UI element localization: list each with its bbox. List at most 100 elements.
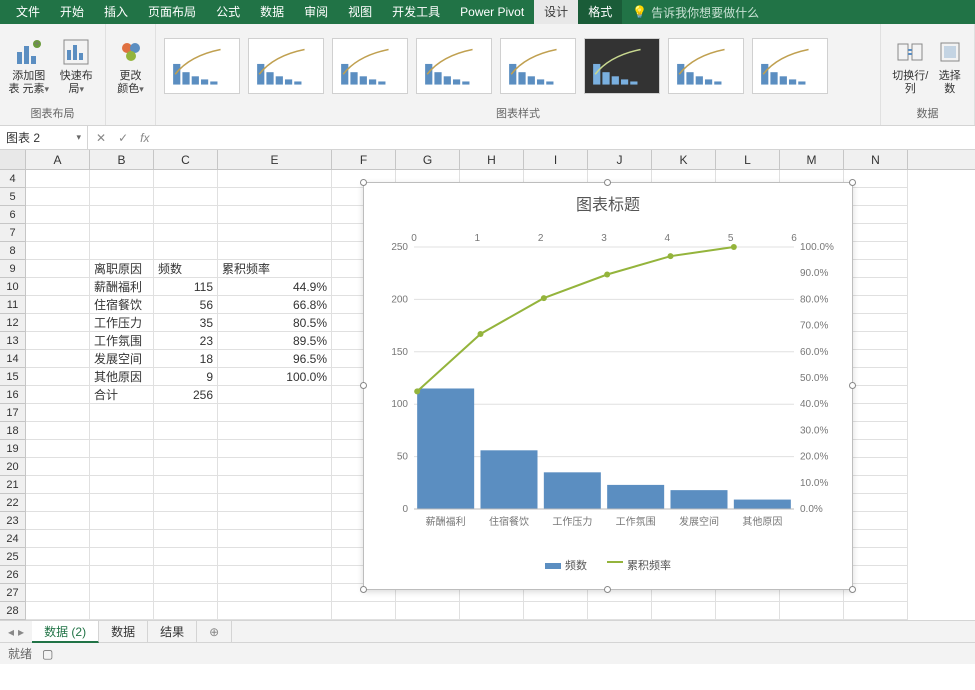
macro-record-icon[interactable]: ▢ (42, 643, 53, 665)
row-header[interactable]: 18 (0, 422, 25, 440)
chart-style-thumb[interactable] (416, 38, 492, 94)
row-header[interactable]: 9 (0, 260, 25, 278)
chart-style-thumb[interactable] (248, 38, 324, 94)
menu-tab[interactable]: 开发工具 (382, 0, 450, 24)
resize-handle[interactable] (849, 179, 856, 186)
row-header[interactable]: 26 (0, 566, 25, 584)
menu-tab[interactable]: 公式 (206, 0, 250, 24)
row-header[interactable]: 7 (0, 224, 25, 242)
cell[interactable]: 96.5% (218, 350, 332, 368)
row-header[interactable]: 15 (0, 368, 25, 386)
add-chart-element-button[interactable]: + 添加图表 元素▾ (8, 36, 50, 96)
chart-style-thumb[interactable] (164, 38, 240, 94)
quick-layout-button[interactable]: 快速布局▾ (56, 36, 98, 96)
cell[interactable]: 发展空间 (90, 350, 154, 368)
row-header[interactable]: 17 (0, 404, 25, 422)
cell[interactable]: 其他原因 (90, 368, 154, 386)
resize-handle[interactable] (604, 179, 611, 186)
cell[interactable]: 合计 (90, 386, 154, 404)
chart-legend[interactable]: 频数 累积频率 (364, 553, 852, 577)
cell[interactable]: 100.0% (218, 368, 332, 386)
cell[interactable]: 离职原因 (90, 260, 154, 278)
cell[interactable]: 住宿餐饮 (90, 296, 154, 314)
menu-tab[interactable]: 设计 (534, 0, 578, 24)
tell-me[interactable]: 💡告诉我你想要做什么 (632, 0, 759, 24)
chart-style-thumb[interactable] (584, 38, 660, 94)
row-header[interactable]: 12 (0, 314, 25, 332)
menu-tab[interactable]: 视图 (338, 0, 382, 24)
row-header[interactable]: 11 (0, 296, 25, 314)
chart-style-thumb[interactable] (752, 38, 828, 94)
cell[interactable]: 累积频率 (218, 260, 332, 278)
cell[interactable]: 18 (154, 350, 218, 368)
name-box[interactable]: 图表 2 ▾ (0, 126, 88, 149)
col-header[interactable]: E (218, 150, 332, 169)
col-header[interactable]: B (90, 150, 154, 169)
row-header[interactable]: 14 (0, 350, 25, 368)
row-header[interactable]: 10 (0, 278, 25, 296)
row-header[interactable]: 25 (0, 548, 25, 566)
col-header[interactable]: N (844, 150, 908, 169)
col-header[interactable]: F (332, 150, 396, 169)
change-colors-button[interactable]: 更改 颜色▾ (114, 36, 147, 96)
enter-icon[interactable]: ✓ (118, 131, 128, 145)
row-header[interactable]: 19 (0, 440, 25, 458)
cell[interactable]: 44.9% (218, 278, 332, 296)
col-header[interactable]: K (652, 150, 716, 169)
row-header[interactable]: 27 (0, 584, 25, 602)
row-header[interactable]: 28 (0, 602, 25, 620)
add-sheet-button[interactable]: ⊕ (197, 621, 232, 643)
resize-handle[interactable] (360, 179, 367, 186)
cell[interactable]: 工作压力 (90, 314, 154, 332)
row-header[interactable]: 4 (0, 170, 25, 188)
menu-tab[interactable]: 审阅 (294, 0, 338, 24)
chart-style-thumb[interactable] (668, 38, 744, 94)
select-data-button[interactable]: 选择数 (934, 36, 966, 96)
menu-tab[interactable]: 数据 (250, 0, 294, 24)
cell[interactable]: 56 (154, 296, 218, 314)
worksheet-grid[interactable]: ABCEFGHIJKLMN 45678910111213141516171819… (0, 150, 975, 642)
resize-handle[interactable] (360, 382, 367, 389)
menu-tab[interactable]: 页面布局 (138, 0, 206, 24)
cell[interactable]: 256 (154, 386, 218, 404)
cell[interactable]: 115 (154, 278, 218, 296)
row-header[interactable]: 22 (0, 494, 25, 512)
menu-tab[interactable]: 插入 (94, 0, 138, 24)
cell[interactable]: 89.5% (218, 332, 332, 350)
switch-row-col-button[interactable]: 切换行/列 (889, 36, 932, 96)
col-header[interactable]: L (716, 150, 780, 169)
resize-handle[interactable] (360, 586, 367, 593)
cell[interactable]: 9 (154, 368, 218, 386)
col-header[interactable]: C (154, 150, 218, 169)
cell[interactable]: 薪酬福利 (90, 278, 154, 296)
menu-tab[interactable]: 格式 (578, 0, 622, 24)
cell[interactable]: 80.5% (218, 314, 332, 332)
sheet-nav-first[interactable]: ◂ (8, 625, 14, 639)
row-header[interactable]: 5 (0, 188, 25, 206)
resize-handle[interactable] (849, 382, 856, 389)
sheet-tab[interactable]: 数据 (99, 621, 148, 643)
chart-title[interactable]: 图表标题 (364, 183, 852, 223)
row-header[interactable]: 16 (0, 386, 25, 404)
cell[interactable]: 工作氛围 (90, 332, 154, 350)
menu-tab[interactable]: 开始 (50, 0, 94, 24)
cell[interactable]: 频数 (154, 260, 218, 278)
col-header[interactable]: H (460, 150, 524, 169)
row-header[interactable]: 20 (0, 458, 25, 476)
col-header[interactable]: A (26, 150, 90, 169)
row-header[interactable]: 23 (0, 512, 25, 530)
sheet-tab[interactable]: 结果 (148, 621, 197, 643)
select-all-corner[interactable] (0, 150, 26, 169)
row-header[interactable]: 6 (0, 206, 25, 224)
row-header[interactable]: 24 (0, 530, 25, 548)
cell[interactable]: 23 (154, 332, 218, 350)
col-header[interactable]: I (524, 150, 588, 169)
cell[interactable]: 35 (154, 314, 218, 332)
row-header[interactable]: 8 (0, 242, 25, 260)
menu-tab[interactable]: Power Pivot (450, 0, 534, 24)
fx-icon[interactable]: fx (140, 131, 149, 145)
sheet-tab[interactable]: 数据 (2) (32, 621, 99, 643)
menu-tab[interactable]: 文件 (6, 0, 50, 24)
col-header[interactable]: G (396, 150, 460, 169)
resize-handle[interactable] (604, 586, 611, 593)
